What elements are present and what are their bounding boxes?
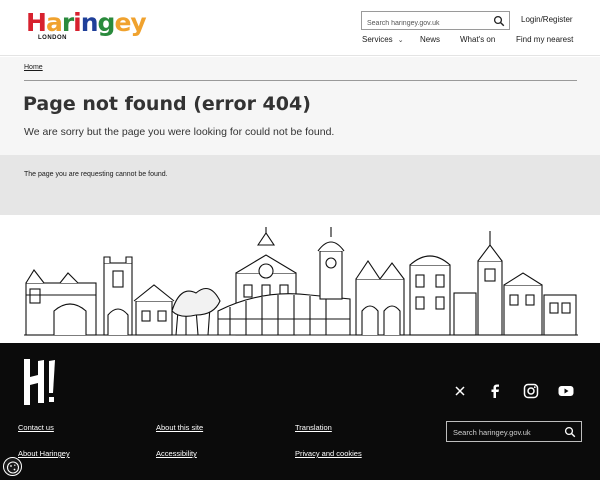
footer-link-contact-us[interactable]: Contact us [18, 423, 54, 432]
error-message-band: The page you are requesting cannot be fo… [0, 155, 600, 215]
login-register-link[interactable]: Login/Register [521, 15, 573, 24]
footer-search [446, 421, 582, 442]
chevron-down-icon: ⌄ [397, 37, 404, 44]
borough-skyline-illustration [0, 215, 600, 343]
nav-whats-on[interactable]: What's on [460, 35, 495, 44]
footer-link-about-haringey[interactable]: About Haringey [18, 449, 70, 458]
page-title: Page not found (error 404) [23, 93, 311, 115]
nav-services-label: Services [362, 35, 393, 44]
instagram-icon[interactable] [522, 382, 540, 400]
logo-wordmark: Haringey [26, 8, 147, 37]
header-search-input[interactable] [362, 15, 487, 32]
youtube-icon[interactable] [557, 382, 575, 400]
page-lead-text: We are sorry but the page you were looki… [24, 126, 335, 138]
breadcrumb-divider [24, 80, 577, 81]
page-title-area: Home Page not found (error 404) We are s… [0, 57, 600, 155]
nav-find-my-nearest[interactable]: Find my nearest [516, 35, 573, 44]
footer-link-accessibility[interactable]: Accessibility [156, 449, 197, 458]
skyline-drawing [24, 227, 578, 336]
error-message: The page you are requesting cannot be fo… [24, 171, 168, 178]
footer-link-about-this-site[interactable]: About this site [156, 423, 203, 432]
footer-link-translation[interactable]: Translation [295, 423, 332, 432]
cookie-icon [6, 461, 20, 474]
search-icon[interactable] [564, 426, 576, 438]
site-footer: Contact us About this site Translation A… [0, 343, 600, 480]
header-search [361, 11, 510, 32]
nav-services[interactable]: Services ⌄ [362, 35, 404, 44]
search-icon[interactable] [493, 15, 505, 27]
haringey-logo[interactable]: Haringey LONDON [26, 8, 147, 44]
footer-link-privacy-cookies[interactable]: Privacy and cookies [295, 449, 362, 458]
facebook-icon[interactable] [486, 382, 504, 400]
cookie-settings-button[interactable] [3, 457, 22, 476]
breadcrumb-home[interactable]: Home [24, 64, 43, 71]
haringey-h-logo[interactable] [22, 357, 56, 407]
site-header: Haringey LONDON Login/Register Services ⌄… [0, 0, 600, 56]
footer-search-input[interactable] [447, 423, 557, 442]
x-icon[interactable] [451, 382, 469, 400]
nav-news[interactable]: News [420, 35, 440, 44]
logo-subtitle: LONDON [38, 35, 67, 41]
